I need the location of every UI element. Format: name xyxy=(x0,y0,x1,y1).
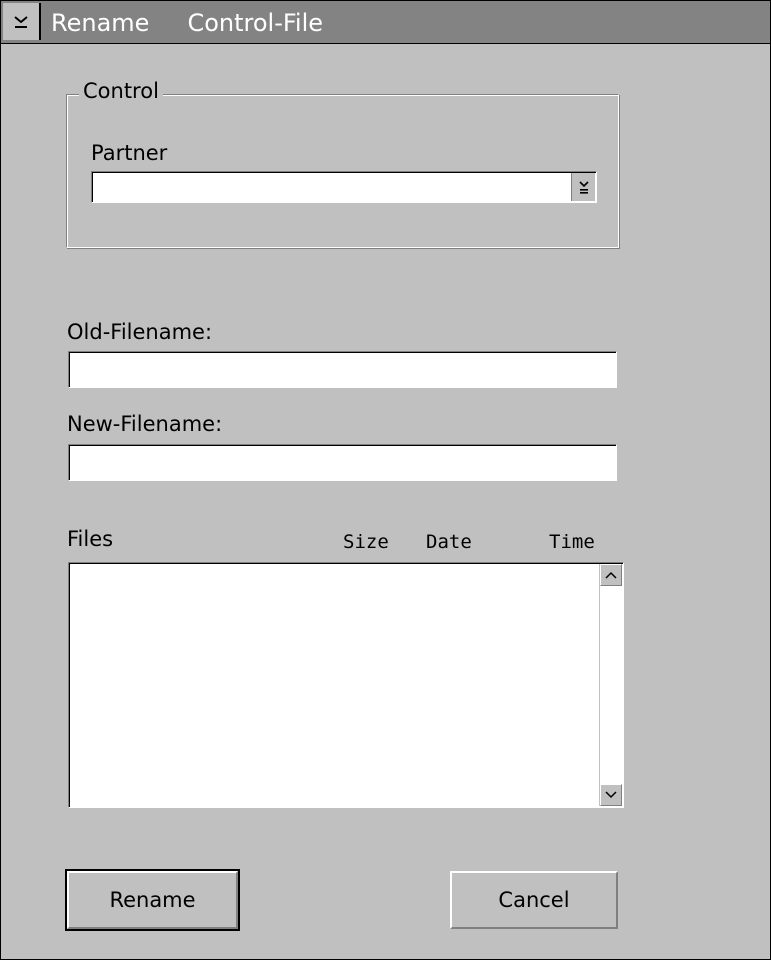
column-header-time: Time xyxy=(549,531,595,553)
rename-button[interactable]: Rename xyxy=(65,869,240,931)
scroll-up-arrow-icon xyxy=(605,571,617,579)
rename-dialog: Rename Control-File Control Partner Old-F… xyxy=(0,0,771,960)
title-subject: Control-File xyxy=(187,9,324,37)
files-listbox[interactable] xyxy=(68,562,624,808)
partner-combobox[interactable] xyxy=(91,171,597,203)
old-filename-label: Old-Filename: xyxy=(67,320,213,344)
old-filename-field[interactable] xyxy=(68,351,617,388)
cancel-button[interactable]: Cancel xyxy=(450,871,618,929)
column-header-date: Date xyxy=(426,531,472,553)
system-menu-button[interactable] xyxy=(3,3,41,40)
control-groupbox: Control Partner xyxy=(66,79,619,248)
dropdown-arrow-icon xyxy=(578,181,589,194)
new-filename-label: New-Filename: xyxy=(67,412,223,436)
title-bar[interactable]: Rename Control-File xyxy=(1,1,770,44)
scroll-down-arrow-icon xyxy=(605,791,617,799)
scroll-up-button[interactable] xyxy=(600,564,622,586)
title-action: Rename xyxy=(51,9,150,37)
new-filename-field[interactable] xyxy=(68,444,617,481)
files-scrollbar[interactable] xyxy=(599,564,622,806)
files-label: Files xyxy=(67,527,114,551)
partner-dropdown-button[interactable] xyxy=(571,173,595,201)
partner-label: Partner xyxy=(91,141,168,165)
window-title: Rename Control-File xyxy=(51,9,361,37)
system-menu-icon xyxy=(14,15,28,28)
column-header-size: Size xyxy=(343,531,389,553)
control-group-label: Control xyxy=(79,79,163,103)
scroll-down-button[interactable] xyxy=(600,784,622,806)
